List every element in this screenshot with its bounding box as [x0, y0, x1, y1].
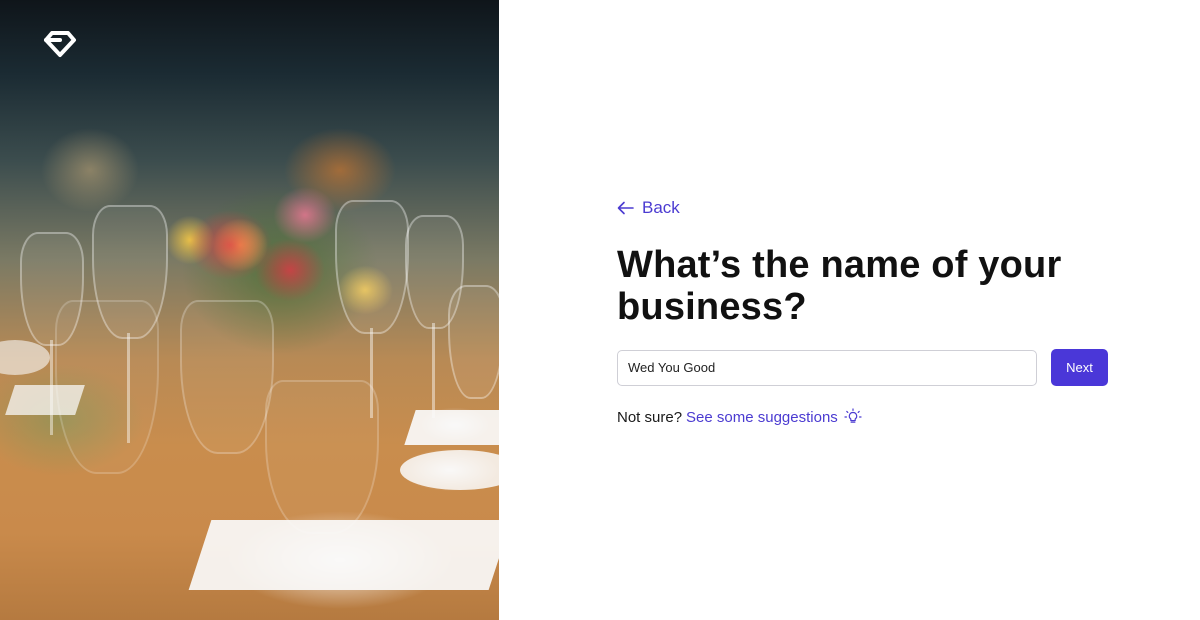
back-link[interactable]: Back	[617, 198, 680, 218]
lightbulb-icon[interactable]	[844, 408, 862, 426]
name-input-row: Next	[617, 349, 1111, 386]
suggestions-row: Not sure? See some suggestions	[617, 408, 1111, 426]
wine-glass	[448, 285, 499, 399]
business-name-form-panel: Back What’s the name of your business? N…	[499, 0, 1200, 620]
wine-glass	[265, 380, 379, 534]
glass-stem	[432, 323, 435, 418]
arrow-left-icon	[617, 201, 634, 215]
wedding-table-photo	[0, 0, 499, 620]
not-sure-text: Not sure?	[617, 408, 683, 426]
business-name-input[interactable]	[617, 349, 1037, 386]
wine-glass	[335, 200, 409, 334]
napkin	[188, 520, 499, 590]
napkin	[404, 410, 499, 445]
diamond-logo-icon[interactable]	[42, 30, 78, 58]
page-title: What’s the name of your business?	[617, 244, 1062, 328]
plate	[400, 450, 499, 490]
wine-glass	[180, 300, 274, 454]
see-suggestions-link[interactable]: See some suggestions	[686, 409, 838, 426]
back-label: Back	[642, 198, 680, 217]
next-button[interactable]: Next	[1051, 349, 1108, 386]
business-name-form: Back What’s the name of your business? N…	[617, 198, 1111, 426]
napkin	[5, 385, 85, 415]
onboarding-page: Back What’s the name of your business? N…	[0, 0, 1200, 620]
